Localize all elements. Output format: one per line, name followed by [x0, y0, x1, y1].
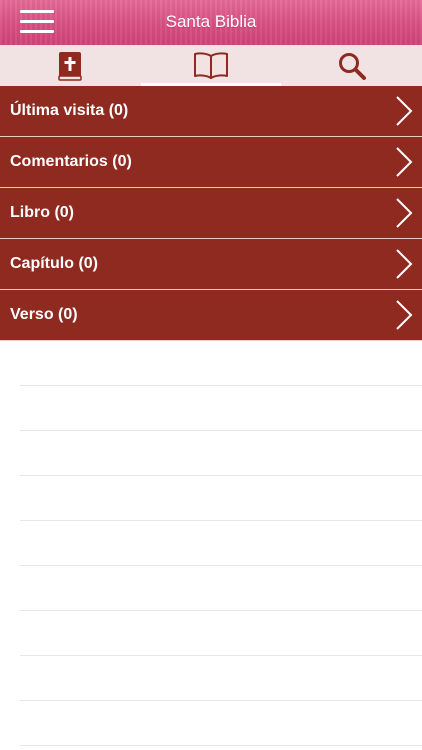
list-item-last-visit[interactable]: Última visita (0)	[0, 86, 422, 137]
separator	[20, 565, 422, 566]
history-list: Última visita (0) Comentarios (0) Libro …	[0, 86, 422, 341]
list-item-label: Capítulo (0)	[10, 255, 98, 272]
separator	[20, 520, 422, 521]
separator	[20, 475, 422, 476]
separator	[20, 385, 422, 386]
separator	[20, 655, 422, 656]
chevron-right-icon	[396, 198, 413, 228]
tab-bar	[0, 45, 422, 86]
list-item-comments[interactable]: Comentarios (0)	[0, 137, 422, 188]
chevron-right-icon	[396, 249, 413, 279]
separator	[20, 430, 422, 431]
separator	[20, 610, 422, 611]
navigation-bar: Santa Biblia	[0, 0, 422, 45]
list-item-chapter[interactable]: Capítulo (0)	[0, 239, 422, 290]
tab-bible[interactable]	[0, 45, 141, 86]
list-item-label: Última visita (0)	[10, 102, 129, 119]
list-item-label: Comentarios (0)	[10, 153, 132, 170]
empty-list-area	[0, 341, 422, 750]
separator	[20, 700, 422, 701]
page-title: Santa Biblia	[165, 12, 257, 31]
list-item-label: Libro (0)	[10, 204, 74, 221]
chevron-right-icon	[396, 147, 413, 177]
tab-search[interactable]	[281, 45, 422, 86]
tab-read[interactable]	[140, 45, 282, 86]
open-book-icon	[194, 51, 228, 79]
chevron-right-icon	[396, 96, 413, 126]
list-item-label: Verso (0)	[10, 306, 78, 323]
list-item-book[interactable]: Libro (0)	[0, 188, 422, 239]
separator	[20, 745, 422, 746]
chevron-right-icon	[396, 300, 413, 330]
bible-book-icon	[58, 51, 83, 81]
list-item-verse[interactable]: Verso (0)	[0, 290, 422, 341]
search-icon	[338, 52, 366, 80]
